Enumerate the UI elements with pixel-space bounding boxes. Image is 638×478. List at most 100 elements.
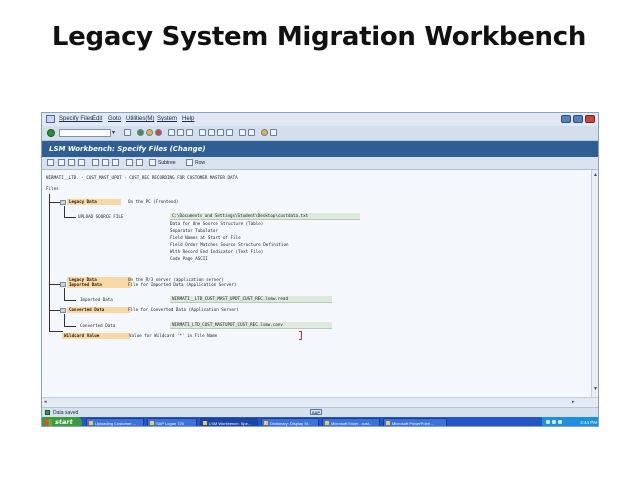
taskbar-item[interactable]: Dictionary: Display St... [261, 418, 319, 426]
clock[interactable]: 4:44 PM [580, 420, 597, 425]
legacy-detail: Data for One Source Structure (Table) [170, 221, 264, 226]
help-icon[interactable] [261, 129, 268, 136]
tree-line [64, 300, 76, 301]
legacy-detail: Code Page ASCII [170, 256, 208, 261]
node-wildcard-value[interactable]: Wildcard Value [62, 333, 130, 339]
copy-icon[interactable] [92, 159, 99, 166]
tree-line [64, 288, 65, 300]
network-icon[interactable] [546, 420, 550, 424]
files-label: Files [46, 186, 59, 191]
print-icon[interactable] [168, 129, 175, 136]
taskbar-item[interactable]: Uploading Customer ... [86, 418, 144, 426]
standard-toolbar: ▾ [42, 126, 598, 141]
converted-data-label: Converted Data [80, 323, 116, 328]
upload-source-file-path[interactable]: C:\Documents and Settings\Student\Deskto… [170, 213, 360, 220]
collapse-icon[interactable] [126, 159, 133, 166]
application-toolbar: Subtree Row [42, 157, 598, 170]
node-converted-data[interactable]: Converted Data [67, 307, 131, 313]
windows-flag-icon [45, 419, 52, 426]
next-page-icon[interactable] [217, 129, 224, 136]
sap-menu-icon[interactable] [46, 115, 55, 123]
row-icon[interactable] [186, 159, 193, 166]
expand-icon[interactable] [112, 159, 119, 166]
scroll-down-icon[interactable]: ▼ [593, 386, 598, 392]
screen-title: LSM Workbench: Specify Files (Change) [49, 145, 206, 153]
status-message: Data saved [53, 410, 79, 416]
menu-help[interactable]: Help [182, 116, 194, 122]
converted-data-file[interactable]: NIRMATI_LTD_CUST_MASTUPDT_CUST_REC.lsmw.… [170, 322, 332, 329]
menu-bar: Specify Files Edit Goto Utilities(M) Sys… [42, 113, 598, 126]
legacy-detail: Separator Tabulator [170, 228, 218, 233]
collapse-node-icon[interactable] [60, 308, 66, 313]
edit-icon[interactable] [68, 159, 75, 166]
horizontal-scrollbar[interactable]: ◂ ▸ [42, 397, 598, 406]
tree-line [49, 331, 63, 332]
delete-icon[interactable] [78, 159, 85, 166]
upload-source-file-label: UPLOAD SOURCE FILE [78, 214, 124, 219]
sap-logo: SAP [310, 409, 322, 415]
collapse-node-icon[interactable] [60, 200, 66, 205]
find-icon[interactable] [177, 129, 184, 136]
start-label: start [55, 418, 73, 426]
find-next-icon[interactable] [186, 129, 193, 136]
window-icon [89, 421, 93, 425]
taskbar-item[interactable]: Microsoft Excel - cust... [322, 418, 380, 426]
save-icon[interactable] [124, 129, 131, 136]
excel-icon [325, 421, 329, 425]
window-icon [150, 421, 154, 425]
first-page-icon[interactable] [199, 129, 206, 136]
create-icon[interactable] [58, 159, 65, 166]
enter-icon[interactable] [47, 129, 55, 137]
menu-specify-files[interactable]: Specify Files [59, 116, 93, 122]
layout-icon[interactable] [270, 129, 277, 136]
legacy-detail: With Record End Indicator (Text File) [170, 249, 264, 254]
sap-window: Specify Files Edit Goto Utilities(M) Sys… [41, 112, 599, 427]
wildcard-desc: Value for Wildcard '*' in File Name [129, 333, 218, 338]
move-icon[interactable] [102, 159, 109, 166]
scroll-right-icon[interactable]: ▸ [572, 399, 575, 405]
legacy-data-desc: On the PC (Frontend) [128, 199, 179, 204]
exit-icon[interactable] [146, 129, 153, 136]
slide-title: Legacy System Migration Workbench [51, 22, 587, 52]
shortcut-icon[interactable] [248, 129, 255, 136]
expand-all-icon[interactable] [136, 159, 143, 166]
back-icon[interactable] [137, 129, 144, 136]
imported-data-desc: File for Imported Data (Application Serv… [128, 282, 237, 287]
cancel-icon[interactable] [155, 129, 162, 136]
display-change-icon[interactable] [47, 159, 54, 166]
start-button[interactable]: start [42, 417, 82, 426]
screen-title-bar: LSM Workbench: Specify Files (Change) [42, 141, 598, 157]
collapse-node-icon[interactable] [60, 282, 66, 287]
converted-data-desc: File for Converted Data (Application Ser… [128, 307, 239, 312]
node-legacy-data[interactable]: Legacy Data [67, 199, 121, 205]
vertical-scrollbar[interactable]: ▲ ▼ [591, 170, 598, 397]
header-line: NIRMATI__LTD. - CUST_MAST_UPDT - CUST_RE… [46, 175, 238, 180]
taskbar-item[interactable]: Microsoft PowerPoint ... [383, 418, 447, 426]
close-button[interactable] [585, 115, 595, 123]
imported-data-file[interactable]: NIRMATI__LTD_CUST_MAST_UPDT_CUST_REC.lsm… [170, 296, 332, 303]
scroll-up-icon[interactable]: ▲ [593, 172, 598, 178]
new-session-icon[interactable] [239, 129, 246, 136]
window-icon [264, 421, 268, 425]
menu-system[interactable]: System [157, 116, 177, 122]
security-icon[interactable] [558, 420, 562, 424]
maximize-button[interactable] [573, 115, 583, 123]
last-page-icon[interactable] [226, 129, 233, 136]
scroll-left-icon[interactable]: ◂ [44, 399, 47, 405]
command-field[interactable] [59, 129, 111, 137]
prev-page-icon[interactable] [208, 129, 215, 136]
minimize-button[interactable] [561, 115, 571, 123]
chevron-down-icon[interactable]: ▾ [112, 129, 118, 137]
volume-icon[interactable] [552, 420, 556, 424]
taskbar-item[interactable]: SAP Logon 720 [147, 418, 197, 426]
taskbar-item-active[interactable]: LSM Workbench: Spe... [200, 418, 258, 426]
system-tray: 4:44 PM [542, 417, 598, 426]
imported-data-label: Imported Data [80, 297, 113, 302]
subtree-button[interactable]: Subtree [158, 160, 176, 166]
subtree-icon[interactable] [149, 159, 156, 166]
menu-goto[interactable]: Goto [108, 116, 121, 122]
menu-utilities[interactable]: Utilities(M) [126, 116, 154, 122]
row-button[interactable]: Row [195, 160, 205, 166]
node-imported-data[interactable]: Imported Data [67, 282, 131, 288]
menu-edit[interactable]: Edit [92, 116, 102, 122]
